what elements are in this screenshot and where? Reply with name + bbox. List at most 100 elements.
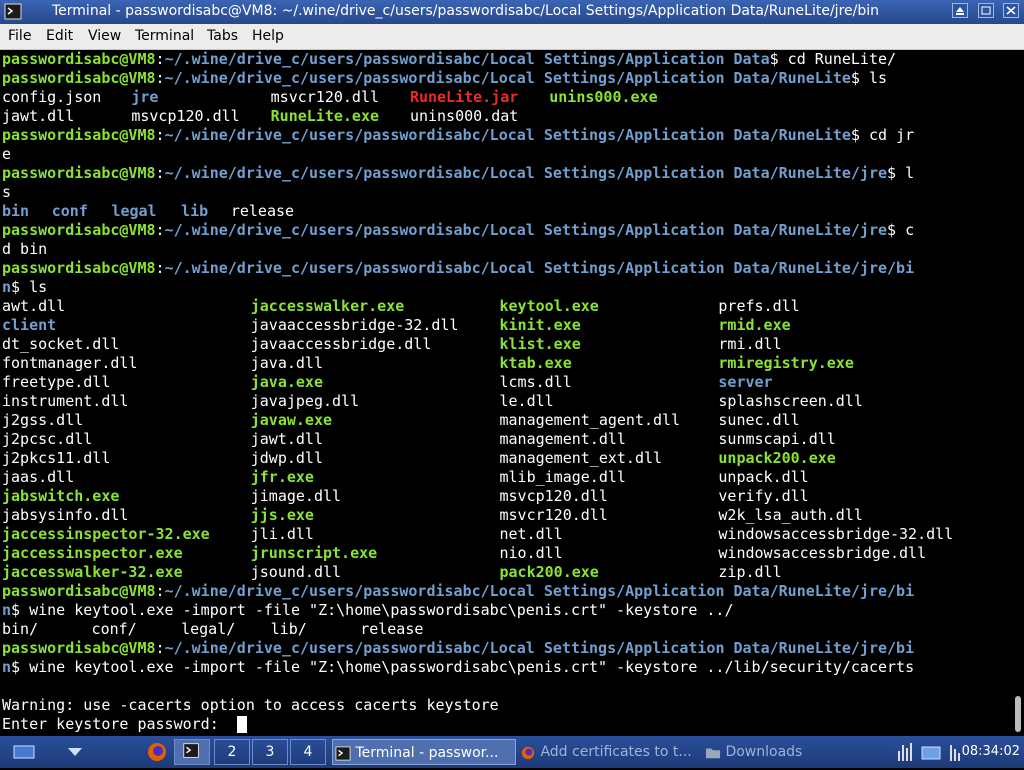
file-entry: unpack.dll xyxy=(718,468,809,486)
menu-file[interactable]: File xyxy=(8,28,31,44)
terminal-line: s xyxy=(2,183,11,202)
terminal-line: passwordisabc@VM8:~/.wine/drive_c/users/… xyxy=(2,126,914,145)
file-entry: msvcp120.dll xyxy=(499,487,608,505)
menu-bar: File Edit View Terminal Tabs Help xyxy=(0,24,1024,50)
file-entry: jaccesswalker-32.exe xyxy=(2,563,183,581)
task-firefox-label: Add certificates to t... xyxy=(540,744,692,760)
workspace-4[interactable]: 4 xyxy=(290,739,326,765)
terminal-line: jabswitch.exe jimage.dll msvcp120.dll verif… xyxy=(2,487,1010,506)
chevron-down-icon xyxy=(68,748,82,756)
terminal-line: bin/conf/legal/lib/release xyxy=(2,620,1010,639)
taskbar: 2 3 4 Terminal - passwor... Add certific… xyxy=(0,736,1024,768)
window-list-button[interactable] xyxy=(62,739,88,765)
terminal-text: : xyxy=(155,259,165,277)
firefox-icon xyxy=(148,743,166,761)
file-entry: verify.dll xyxy=(718,487,809,505)
menu-view[interactable]: View xyxy=(88,28,121,44)
file-entry: unins000.exe xyxy=(549,88,658,106)
file-entry: kinit.exe xyxy=(499,316,581,334)
file-entry: conf xyxy=(51,202,88,220)
menu-edit[interactable]: Edit xyxy=(46,28,73,44)
terminal-line: jawt.dll msvcp120.dll RuneLite.exe unins000… xyxy=(2,107,1010,126)
terminal-line: passwordisabc@VM8:~/.wine/drive_c/users/… xyxy=(2,69,887,88)
workspace-1[interactable] xyxy=(174,739,210,765)
terminal-text: passwordisabc@VM8 xyxy=(2,639,156,657)
terminal-text: passwordisabc@VM8 xyxy=(2,69,156,87)
arrow-up-icon xyxy=(956,7,964,15)
terminal-line: jabsysinfo.dll jjs.exe msvcr120.dll w2k_lsa… xyxy=(2,506,1010,525)
file-entry: legal/ xyxy=(181,620,236,638)
network-indicator[interactable] xyxy=(920,739,942,765)
file-entry: release xyxy=(360,620,424,638)
file-entry: net.dll xyxy=(499,525,563,543)
file-entry: javajpeg.dll xyxy=(250,392,360,410)
file-entry: j2pcsc.dll xyxy=(2,430,93,448)
file-entry: release xyxy=(230,202,295,220)
terminal-line: instrument.dll javajpeg.dll le.dll splashsc… xyxy=(2,392,1010,411)
clock[interactable]: 08:34:02 xyxy=(962,744,1020,759)
firefox-launcher[interactable] xyxy=(144,739,170,765)
scrollbar-thumb[interactable] xyxy=(1015,696,1021,732)
task-terminal-label: Terminal - passwor... xyxy=(355,745,499,761)
task-firefox[interactable]: Add certificates to t... xyxy=(520,739,702,765)
file-entry: lcms.dll xyxy=(499,373,572,391)
file-entry: msvcr120.dll xyxy=(270,88,380,106)
menu-help[interactable]: Help xyxy=(252,28,284,44)
file-entry: lib/ xyxy=(270,620,307,638)
file-entry: jaas.dll xyxy=(2,468,75,486)
network-monitor[interactable] xyxy=(896,739,916,765)
terminal-line: jaccessinspector.exe jrunscript.exe nio.dl… xyxy=(2,544,1010,563)
maximize-button[interactable] xyxy=(978,3,994,18)
terminal-text: e xyxy=(2,145,12,163)
terminal-line: passwordisabc@VM8:~/.wine/drive_c/users/… xyxy=(2,50,896,69)
window-titlebar[interactable]: Terminal - passwordisabc@VM8: ~/.wine/dr… xyxy=(0,0,1024,24)
file-entry: jsound.dll xyxy=(250,563,342,581)
terminal-line: fontmanager.dll java.dll ktab.exe rmiregist… xyxy=(2,354,1010,373)
file-entry: nio.dll xyxy=(499,544,563,562)
file-entry: javaw.exe xyxy=(250,411,333,429)
file-entry: windowsaccessbridge-32.dll xyxy=(718,525,954,543)
folder-icon xyxy=(705,748,721,758)
menu-tabs[interactable]: Tabs xyxy=(207,28,238,44)
file-entry: unpack200.exe xyxy=(718,449,836,467)
terminal-text: ~/.wine/drive_c/users/passwordisabc/Loca… xyxy=(164,164,888,182)
task-downloads[interactable]: Downloads xyxy=(705,739,845,765)
terminal-text: n xyxy=(2,278,12,296)
file-entry: management.dll xyxy=(499,430,626,448)
terminal-text: $ ls xyxy=(850,69,888,87)
terminal-text: ~/.wine/drive_c/users/passwordisabc/Loca… xyxy=(164,259,915,277)
workspace-2[interactable]: 2 xyxy=(214,739,250,765)
terminal-text: d bin xyxy=(2,240,48,258)
file-entry: keytool.exe xyxy=(499,297,599,315)
terminal-line: jaas.dll jfr.exe mlib_image.dll unpack.dll xyxy=(2,468,1010,487)
terminal-text: $ cd RuneLite/ xyxy=(769,50,897,68)
close-button[interactable] xyxy=(1003,3,1019,18)
terminal-text: passwordisabc@VM8 xyxy=(2,259,156,277)
terminal-line: n$ ls xyxy=(2,278,47,297)
terminal-line: awt.dll jaccesswalker.exe keytool.exe prefs… xyxy=(2,297,1010,316)
file-entry: splashscreen.dll xyxy=(718,392,863,410)
terminal-scrollbar[interactable] xyxy=(1012,50,1024,736)
close-icon xyxy=(1006,6,1016,15)
task-terminal[interactable]: Terminal - passwor... xyxy=(332,739,516,765)
terminal-text: : xyxy=(155,221,165,239)
app-menu-button[interactable] xyxy=(6,739,42,765)
terminal-output[interactable]: passwordisabc@VM8:~/.wine/drive_c/users/… xyxy=(0,50,1012,736)
file-entry: msvcr120.dll xyxy=(499,506,608,524)
menu-terminal[interactable]: Terminal xyxy=(135,28,194,44)
terminal-text: ~/.wine/drive_c/users/passwordisabc/Loca… xyxy=(164,221,888,239)
workspace-3[interactable]: 3 xyxy=(252,739,288,765)
file-entry: pack200.exe xyxy=(499,563,599,581)
terminal-text: $ l xyxy=(887,164,915,182)
terminal-text: Enter keystore password: xyxy=(2,715,237,733)
firefox-icon xyxy=(521,746,535,759)
file-entry: management_agent.dll xyxy=(499,411,681,429)
shade-button[interactable] xyxy=(952,3,968,18)
task-downloads-label: Downloads xyxy=(725,744,803,760)
terminal-text: Warning: use -cacerts option to access c… xyxy=(2,696,499,714)
file-entry: jabsysinfo.dll xyxy=(2,506,129,524)
terminal-text: : xyxy=(155,582,165,600)
file-entry: lib xyxy=(181,202,209,220)
terminal-text: passwordisabc@VM8 xyxy=(2,126,156,144)
terminal-text: : xyxy=(155,126,165,144)
